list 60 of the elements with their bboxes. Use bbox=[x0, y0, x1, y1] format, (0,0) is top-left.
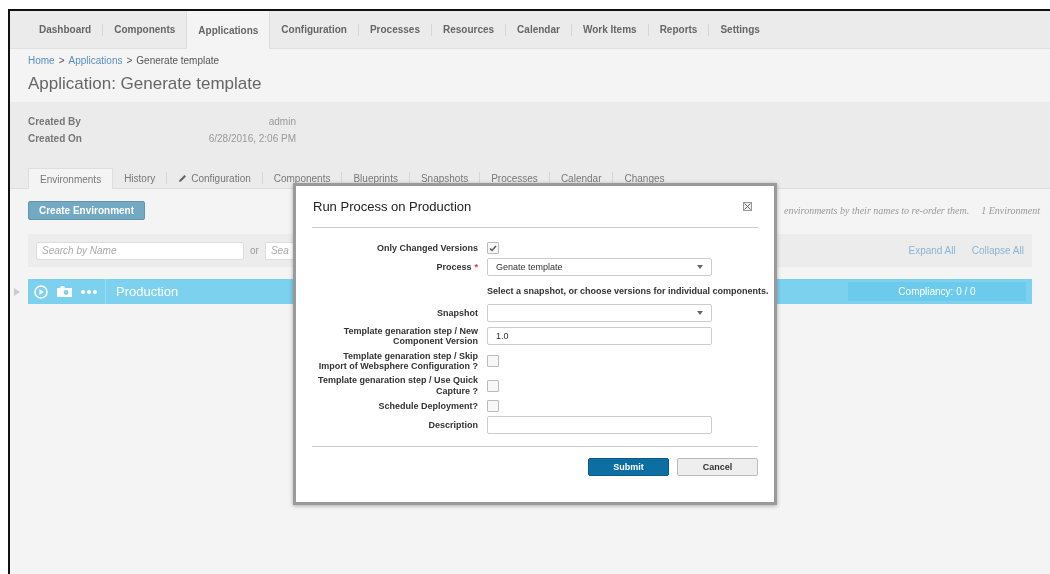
sub-tab[interactable]: History bbox=[113, 168, 167, 189]
select-field[interactable] bbox=[487, 304, 712, 322]
nav-tab[interactable]: Resources bbox=[431, 11, 506, 48]
detail-value: admin bbox=[267, 116, 296, 127]
field-label: Snapshot bbox=[436, 307, 478, 319]
detail-value: 6/28/2016, 2:06 PM bbox=[207, 133, 296, 144]
caret-icon bbox=[697, 265, 703, 269]
checkbox[interactable] bbox=[487, 242, 499, 254]
pencil-icon bbox=[178, 174, 188, 183]
nav-tab[interactable]: Components bbox=[103, 11, 187, 48]
play-icon[interactable] bbox=[34, 284, 48, 299]
detail-label: Created On bbox=[28, 133, 83, 144]
hint-text: environments by their names to re-order them. bbox=[783, 205, 970, 216]
nav-tab[interactable]: Dashboard bbox=[28, 11, 103, 48]
sub-tab[interactable]: Environments bbox=[28, 168, 114, 189]
input-field[interactable] bbox=[487, 416, 712, 435]
nav-tab[interactable]: Applications bbox=[186, 11, 271, 49]
breadcrumb-current: Generate template bbox=[136, 55, 220, 66]
or-text: or bbox=[250, 245, 259, 256]
breadcrumb-separator: > bbox=[58, 55, 65, 66]
dialog-title: Run Process on Production bbox=[312, 199, 472, 214]
cancel-button[interactable]: Cancel bbox=[677, 458, 758, 477]
environment-count: 1 Environment bbox=[981, 205, 1040, 216]
page-title: Application: Generate template bbox=[28, 74, 263, 94]
more-icon[interactable] bbox=[81, 289, 97, 294]
sub-tab[interactable]: Configuration bbox=[167, 168, 262, 189]
expand-arrow-icon[interactable] bbox=[14, 287, 20, 296]
checkmark-icon bbox=[489, 244, 497, 252]
checkbox[interactable] bbox=[487, 355, 499, 368]
field-label: Template genaration step / Skip Import of Websphere Configuration ? bbox=[317, 350, 478, 372]
nav-tab[interactable]: Settings bbox=[709, 11, 771, 48]
nav-tab[interactable]: Work Items bbox=[571, 11, 648, 48]
close-icon[interactable] bbox=[743, 202, 752, 211]
field-label: Schedule Deployment? bbox=[377, 400, 478, 412]
checkbox[interactable] bbox=[487, 400, 499, 413]
nav-tab[interactable]: Calendar bbox=[506, 11, 571, 48]
search-field[interactable]: Search by Name bbox=[36, 241, 244, 260]
nav-tab[interactable]: Reports bbox=[648, 11, 709, 48]
required-mark: * bbox=[474, 261, 478, 272]
field-label: Template genaration step / New Component Version bbox=[342, 326, 478, 347]
breadcrumb-link[interactable]: Home bbox=[28, 55, 55, 66]
field-label: Only Changed Versions bbox=[375, 242, 478, 254]
input-field[interactable]: 1.0 bbox=[487, 327, 712, 346]
detail-label: Created By bbox=[28, 116, 82, 127]
compliancy-label: Compliancy: 0 / 0 bbox=[848, 282, 1026, 301]
submit-button[interactable]: Submit bbox=[588, 458, 669, 477]
breadcrumb-separator: > bbox=[126, 55, 133, 66]
create-environment-button[interactable]: Create Environment bbox=[28, 201, 146, 220]
nav-tab[interactable]: Processes bbox=[358, 11, 431, 48]
help-text: Select a snapshot, or choose versions for individual components. bbox=[487, 285, 769, 298]
checkbox[interactable] bbox=[487, 379, 499, 392]
environment-name: Production bbox=[115, 284, 179, 299]
field-label: Description bbox=[427, 419, 478, 431]
breadcrumb-link[interactable]: Applications bbox=[68, 55, 123, 66]
select-field[interactable]: Genate template bbox=[487, 258, 712, 276]
field-label: Process * bbox=[435, 261, 478, 273]
caret-icon bbox=[697, 311, 703, 315]
camera-icon[interactable] bbox=[56, 285, 73, 298]
nav-tab[interactable]: Configuration bbox=[270, 11, 358, 48]
field-label: Template genaration step / Use Quick Capture ? bbox=[317, 375, 478, 397]
